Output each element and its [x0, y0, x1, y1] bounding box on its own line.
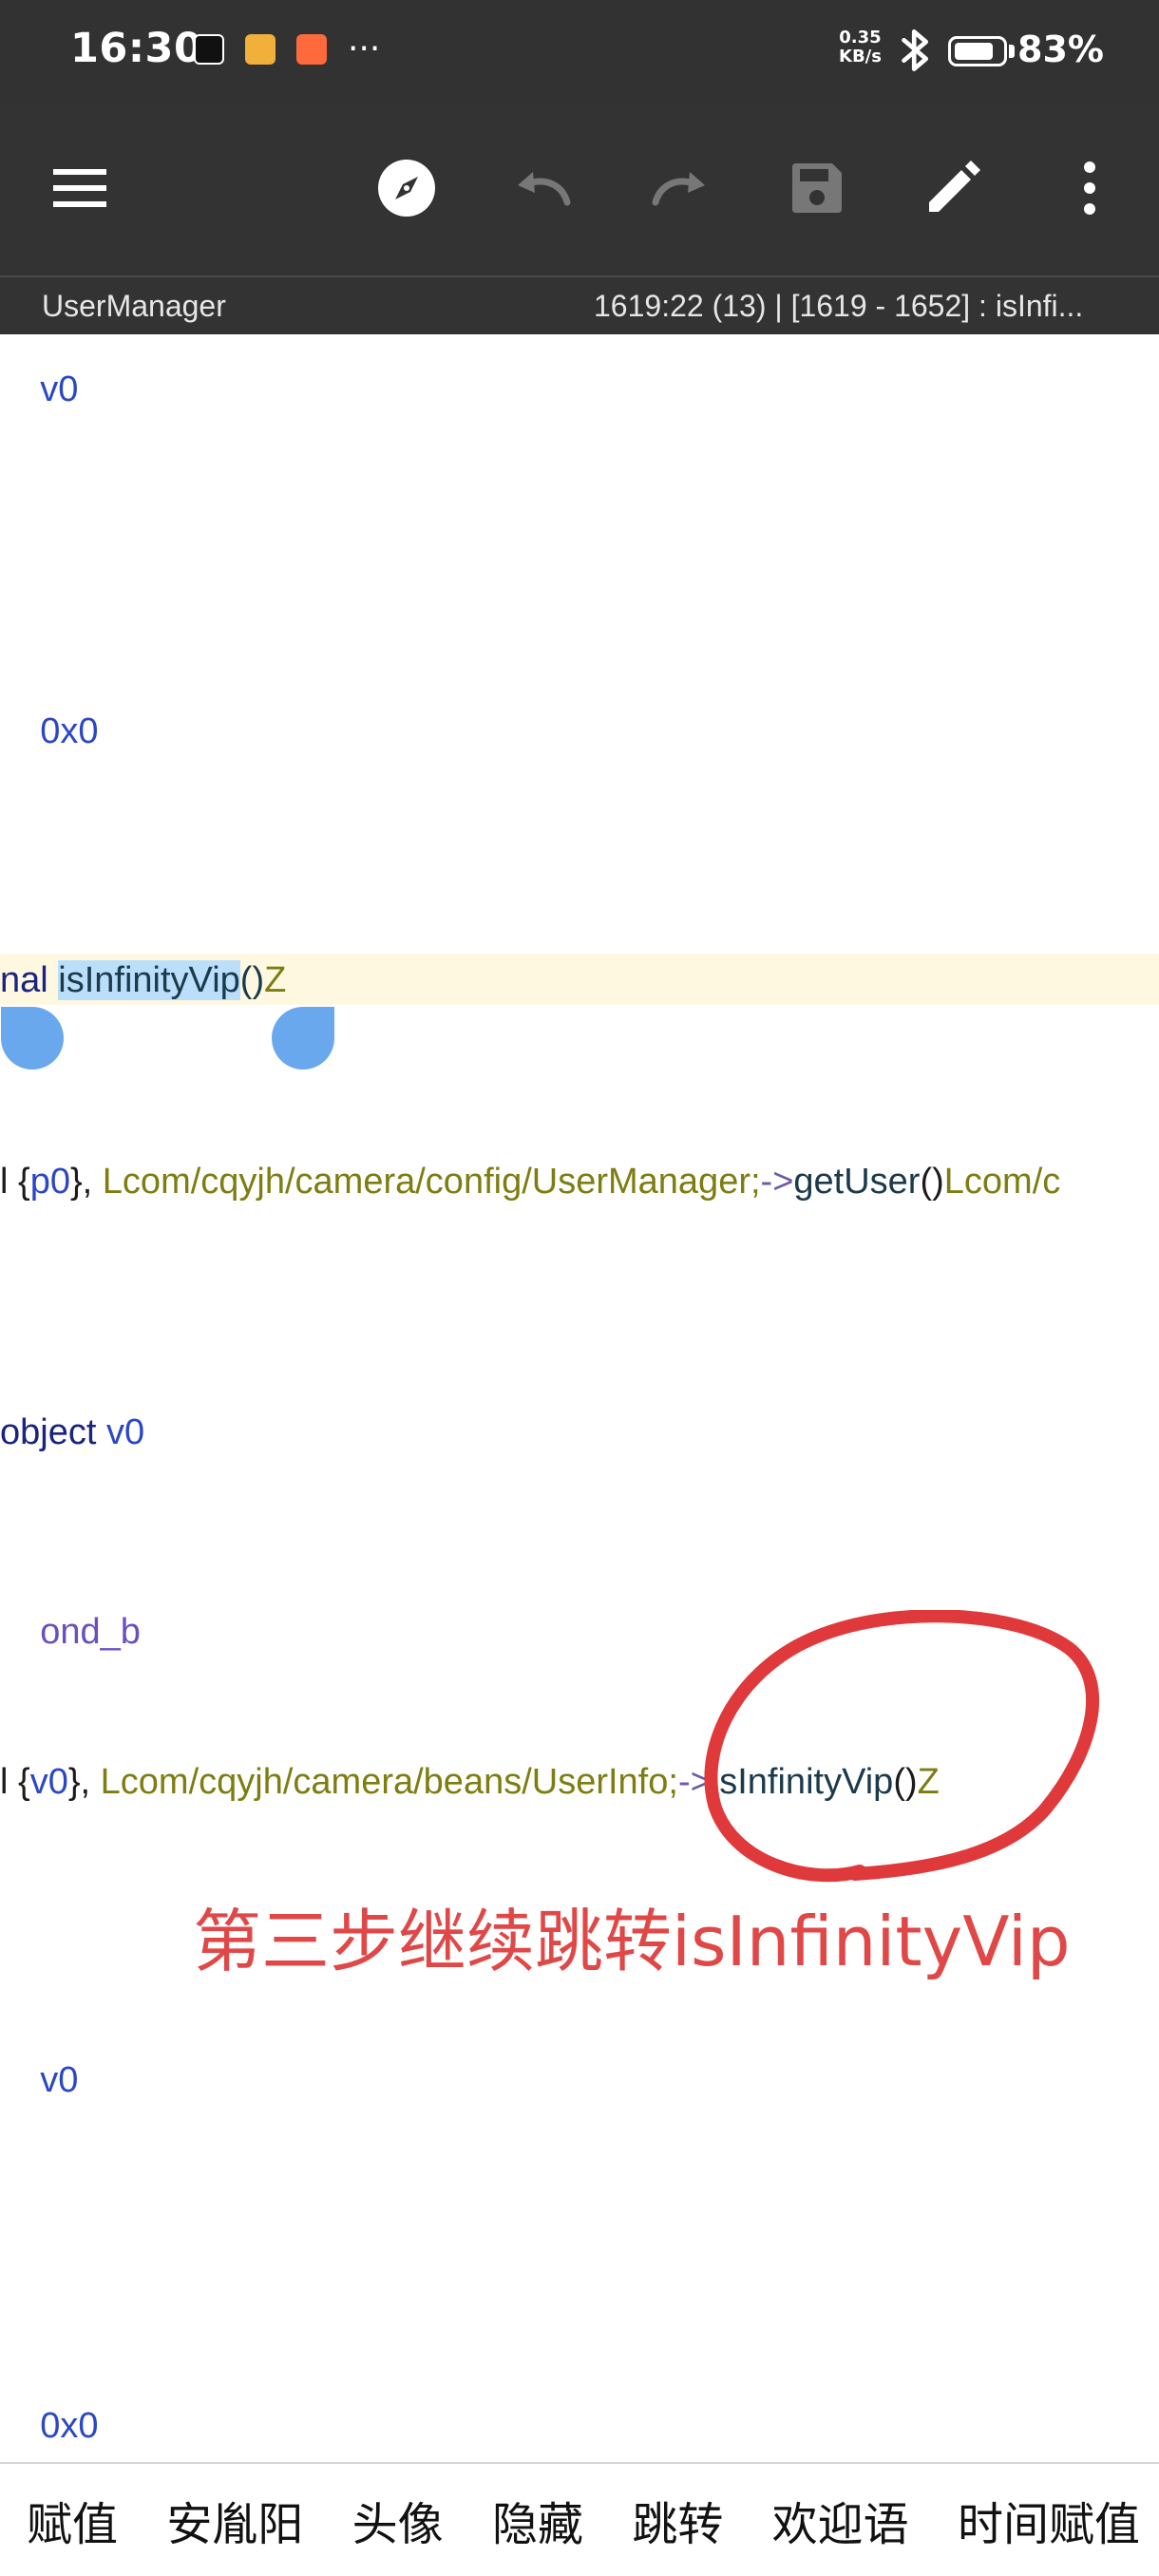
quick-item-name[interactable]: 安胤阳: [166, 2487, 303, 2553]
annotation-text: 第三步继续跳转isInfinityVip: [193, 1902, 1071, 1981]
code-token: 0x0: [40, 2406, 99, 2446]
quick-action-bar: 赋值 安胤阳 头像 隐藏 跳转 欢迎语 时间赋值: [0, 2462, 1159, 2576]
more-vert-icon: [1084, 161, 1095, 215]
status-bar: 16:30 ··· 0.35 KB/s 83%: [0, 0, 1159, 104]
code-token: (): [920, 1162, 944, 1202]
code-token: l {: [0, 1762, 30, 1802]
code-line: v0: [0, 334, 78, 409]
editor-info-bar: UserManager 1619:22 (13) | [1619 - 1652]…: [0, 275, 1159, 334]
file-name: UserManager: [42, 289, 226, 323]
selected-text[interactable]: isInfinityVip: [58, 960, 240, 1000]
battery-tip: [1009, 45, 1015, 58]
network-speed: 0.35 KB/s: [839, 28, 882, 66]
network-speed-unit: KB/s: [839, 47, 882, 66]
navigate-button[interactable]: [359, 141, 454, 236]
code-token: Lcom/cqyjh/camera/config/UserManager;: [102, 1162, 761, 1202]
code-token: v0: [40, 369, 79, 409]
save-button[interactable]: [770, 141, 864, 236]
battery-percent: 83%: [1017, 28, 1104, 70]
code-token: Lcom/c: [943, 1162, 1061, 1202]
code-token: v0: [29, 1762, 68, 1802]
code-token: nal: [0, 960, 59, 1000]
code-token: v0: [40, 2060, 79, 2100]
code-token: getUser: [793, 1162, 921, 1202]
quick-item-welcome[interactable]: 欢迎语: [772, 2487, 909, 2553]
quick-item-avatar[interactable]: 头像: [352, 2487, 444, 2553]
code-line: 0x0: [0, 657, 98, 751]
editor-toolbar: [0, 104, 1159, 275]
code-token: },: [69, 1162, 103, 1202]
menu-icon: [53, 169, 106, 207]
undo-button[interactable]: [496, 141, 591, 236]
code-line: v0: [0, 2006, 78, 2100]
quick-item-assign[interactable]: 赋值: [27, 2487, 118, 2553]
code-line-current: nal isInfinityVip()Z: [0, 956, 286, 1005]
quick-item-jump[interactable]: 跳转: [632, 2487, 723, 2553]
mail-icon: [296, 34, 327, 65]
code-line: 0x0: [0, 2352, 98, 2446]
cursor-position: 1619:22 (13) | [1619 - 1652] : isInfi...: [594, 289, 1084, 323]
redo-icon: [652, 172, 705, 206]
network-speed-value: 0.35: [839, 28, 882, 47]
code-token: l {: [0, 1162, 30, 1202]
code-token: ond_b: [40, 1612, 141, 1652]
edit-button[interactable]: [905, 141, 1000, 236]
tiktok-icon: [194, 34, 224, 65]
battery-level: [955, 43, 993, 60]
code-line: object v0: [0, 1408, 144, 1457]
code-token: (): [239, 960, 265, 1000]
code-token: object: [0, 1412, 106, 1452]
more-notifications-icon: ···: [348, 29, 381, 68]
code-token: p0: [29, 1162, 70, 1202]
code-line: ond_b: [0, 1558, 141, 1652]
code-token: 0x0: [40, 711, 99, 751]
code-line: l {p0}, Lcom/cqyjh/camera/config/UserMan…: [0, 1157, 1060, 1206]
code-token: Z: [264, 960, 287, 1000]
bluetooth-icon: [902, 29, 929, 71]
code-token: v0: [105, 1412, 145, 1452]
selection-start-handle[interactable]: [1, 1007, 64, 1070]
notification-icons: ···: [194, 29, 381, 68]
annotation-circle: [704, 1610, 1100, 1883]
compass-icon: [378, 160, 435, 217]
photo-icon: [245, 34, 276, 65]
more-options-button[interactable]: [1042, 141, 1137, 236]
battery-icon: [948, 36, 1007, 66]
redo-button[interactable]: [632, 141, 727, 236]
code-token: Lcom/cqyjh/camera/beans/UserInfo;: [100, 1762, 678, 1802]
menu-button[interactable]: [32, 141, 127, 236]
quick-item-time-assign[interactable]: 时间赋值: [958, 2487, 1140, 2553]
selection-end-handle[interactable]: [272, 1007, 334, 1070]
status-time: 16:30: [70, 25, 203, 72]
save-icon: [792, 163, 842, 213]
code-token: },: [67, 1762, 101, 1802]
code-editor[interactable]: v0 0x0 nal isInfinityVip()Z l {p0}, Lcom…: [0, 334, 1159, 2462]
code-token: ->: [760, 1162, 794, 1202]
edit-icon: [929, 161, 980, 212]
quick-item-hide[interactable]: 隐藏: [492, 2487, 583, 2553]
undo-icon: [518, 172, 571, 206]
